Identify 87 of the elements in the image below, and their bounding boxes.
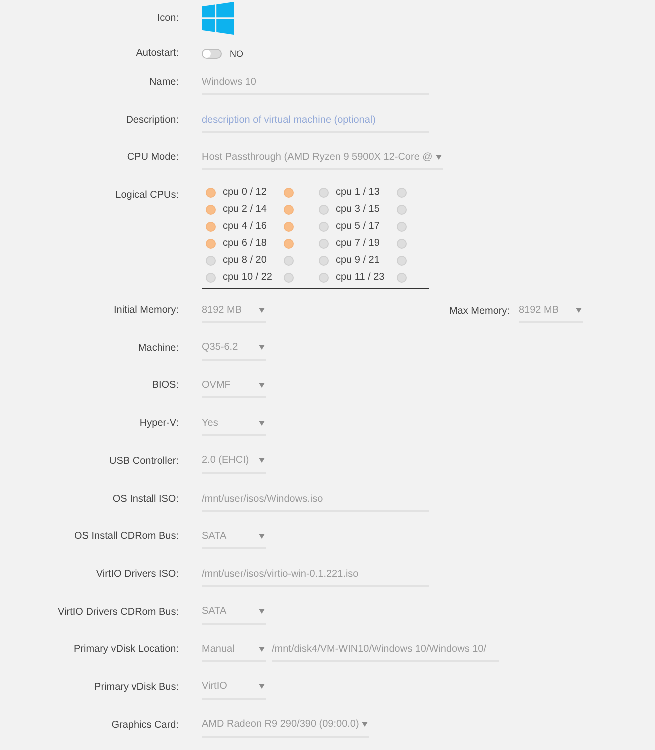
field-label: Hyper-V: — [140, 418, 179, 430]
dropdown[interactable]: 8192 MB — [519, 299, 583, 324]
caret-icon — [436, 154, 442, 160]
caret-icon — [259, 345, 265, 350]
field-label: VirtIO Drivers CDRom Bus: — [58, 606, 179, 619]
cpu-checkbox[interactable] — [397, 256, 407, 266]
caret-icon — [259, 646, 265, 652]
cpu-checkbox[interactable] — [206, 272, 216, 283]
field-label: Icon: — [157, 12, 179, 24]
field-label: USB Controller: — [110, 456, 179, 468]
cpu-checkbox[interactable] — [319, 222, 329, 232]
caret-icon — [259, 534, 265, 539]
cpu-checkbox[interactable] — [284, 238, 294, 249]
dropdown[interactable]: 8192 MB — [202, 299, 266, 324]
field-label: Autostart: — [136, 48, 179, 60]
dropdown[interactable]: 2.0 (EHCI) — [202, 450, 266, 474]
cpu-label: cpu 11 / 23 — [336, 272, 386, 284]
caret-icon — [362, 722, 368, 728]
cpu-label: cpu 7 / 19 — [336, 238, 381, 250]
cpu-checkbox[interactable] — [397, 222, 407, 232]
cpu-checkbox[interactable] — [284, 204, 294, 215]
dropdown[interactable]: SATA — [202, 525, 266, 550]
cpu-checkbox[interactable] — [319, 238, 329, 249]
window-panes-icon — [202, 2, 234, 35]
field-label: Logical CPUs: — [116, 190, 179, 202]
field-label: Name: — [150, 77, 179, 89]
caret-icon — [259, 308, 265, 313]
cpu-checkbox[interactable] — [397, 272, 407, 283]
cpu-label: cpu 5 / 17 — [336, 220, 381, 233]
dropdown[interactable]: Host Passthrough (AMD Ryzen 9 5900X 12-Core @ — [202, 146, 443, 170]
cpu-checkbox[interactable] — [206, 256, 216, 266]
cpu-checkbox[interactable] — [284, 256, 294, 266]
field-label: Description: — [126, 114, 179, 127]
cpu-checkbox[interactable] — [206, 204, 216, 215]
cpu-label: cpu 6 / 18 — [223, 238, 268, 250]
dropdown[interactable]: VirtIO — [202, 676, 266, 700]
cpu-checkbox[interactable] — [397, 204, 407, 215]
cpu-label: cpu 9 / 21 — [336, 254, 381, 267]
cpu-label: cpu 4 / 16 — [223, 220, 268, 233]
dropdown[interactable]: Yes — [202, 412, 266, 436]
field-label: Max Memory: — [449, 306, 510, 317]
field-label: Primary vDisk Location: — [74, 644, 179, 656]
caret-icon — [259, 420, 265, 426]
text-input[interactable]: description of virtual machine (optional) — [202, 108, 429, 133]
cpu-checkbox[interactable] — [397, 188, 407, 198]
caret-icon — [259, 609, 265, 614]
dropdown[interactable]: AMD Radeon R9 290/390 (09:00.0) — [202, 714, 370, 738]
dropdown[interactable]: Q35-6.2 — [202, 336, 266, 361]
cpu-checkbox[interactable] — [206, 222, 216, 232]
field-label: Primary vDisk Bus: — [94, 682, 179, 694]
cpu-checkbox[interactable] — [397, 238, 407, 249]
cpu-checkbox[interactable] — [284, 272, 294, 283]
field-label: Graphics Card: — [112, 720, 179, 732]
text-input[interactable]: Windows 10 — [202, 71, 429, 95]
cpu-checkbox[interactable] — [284, 188, 294, 198]
cpu-checkbox[interactable] — [319, 256, 329, 266]
caret-icon — [259, 684, 265, 690]
field-label: CPU Mode: — [127, 152, 179, 164]
cpu-label: cpu 10 / 22 — [223, 272, 274, 284]
toggle-state-text: NO — [230, 49, 244, 59]
dropdown[interactable]: OVMF — [202, 374, 266, 398]
cpu-checkbox[interactable] — [319, 188, 329, 198]
cpu-label: cpu 1 / 13 — [336, 186, 381, 199]
field-label: Machine: — [138, 342, 179, 355]
field-label: OS Install CDRom Bus: — [74, 531, 179, 544]
text-input[interactable]: /mnt/user/isos/virtio-win-0.1.221.iso — [202, 562, 429, 587]
cpu-checkbox[interactable] — [284, 222, 294, 232]
caret-icon — [259, 458, 265, 464]
field-label: Initial Memory: — [114, 305, 179, 318]
field-label: BIOS: — [152, 380, 179, 392]
cpu-label: cpu 0 / 12 — [223, 186, 268, 199]
dropdown[interactable]: Manual — [202, 638, 266, 662]
caret-icon — [259, 382, 265, 388]
cpu-checkbox[interactable] — [206, 238, 216, 249]
text-input[interactable]: /mnt/user/isos/Windows.iso — [202, 488, 429, 512]
cpu-checkbox[interactable] — [319, 204, 329, 215]
cpu-label: cpu 2 / 14 — [223, 204, 268, 216]
dropdown[interactable]: SATA — [202, 600, 266, 625]
cpu-checkbox[interactable] — [206, 188, 216, 198]
cpu-label: cpu 3 / 15 — [336, 204, 381, 216]
toggle-switch[interactable] — [202, 49, 222, 59]
field-label: VirtIO Drivers ISO: — [96, 568, 179, 581]
text-input[interactable]: /mnt/disk4/VM-WIN10/Windows 10/Windows 10/ — [272, 638, 499, 662]
field-label: OS Install ISO: — [112, 494, 179, 506]
cpu-checkbox[interactable] — [319, 272, 329, 283]
caret-icon — [576, 308, 582, 313]
cpu-label: cpu 8 / 20 — [223, 254, 268, 267]
